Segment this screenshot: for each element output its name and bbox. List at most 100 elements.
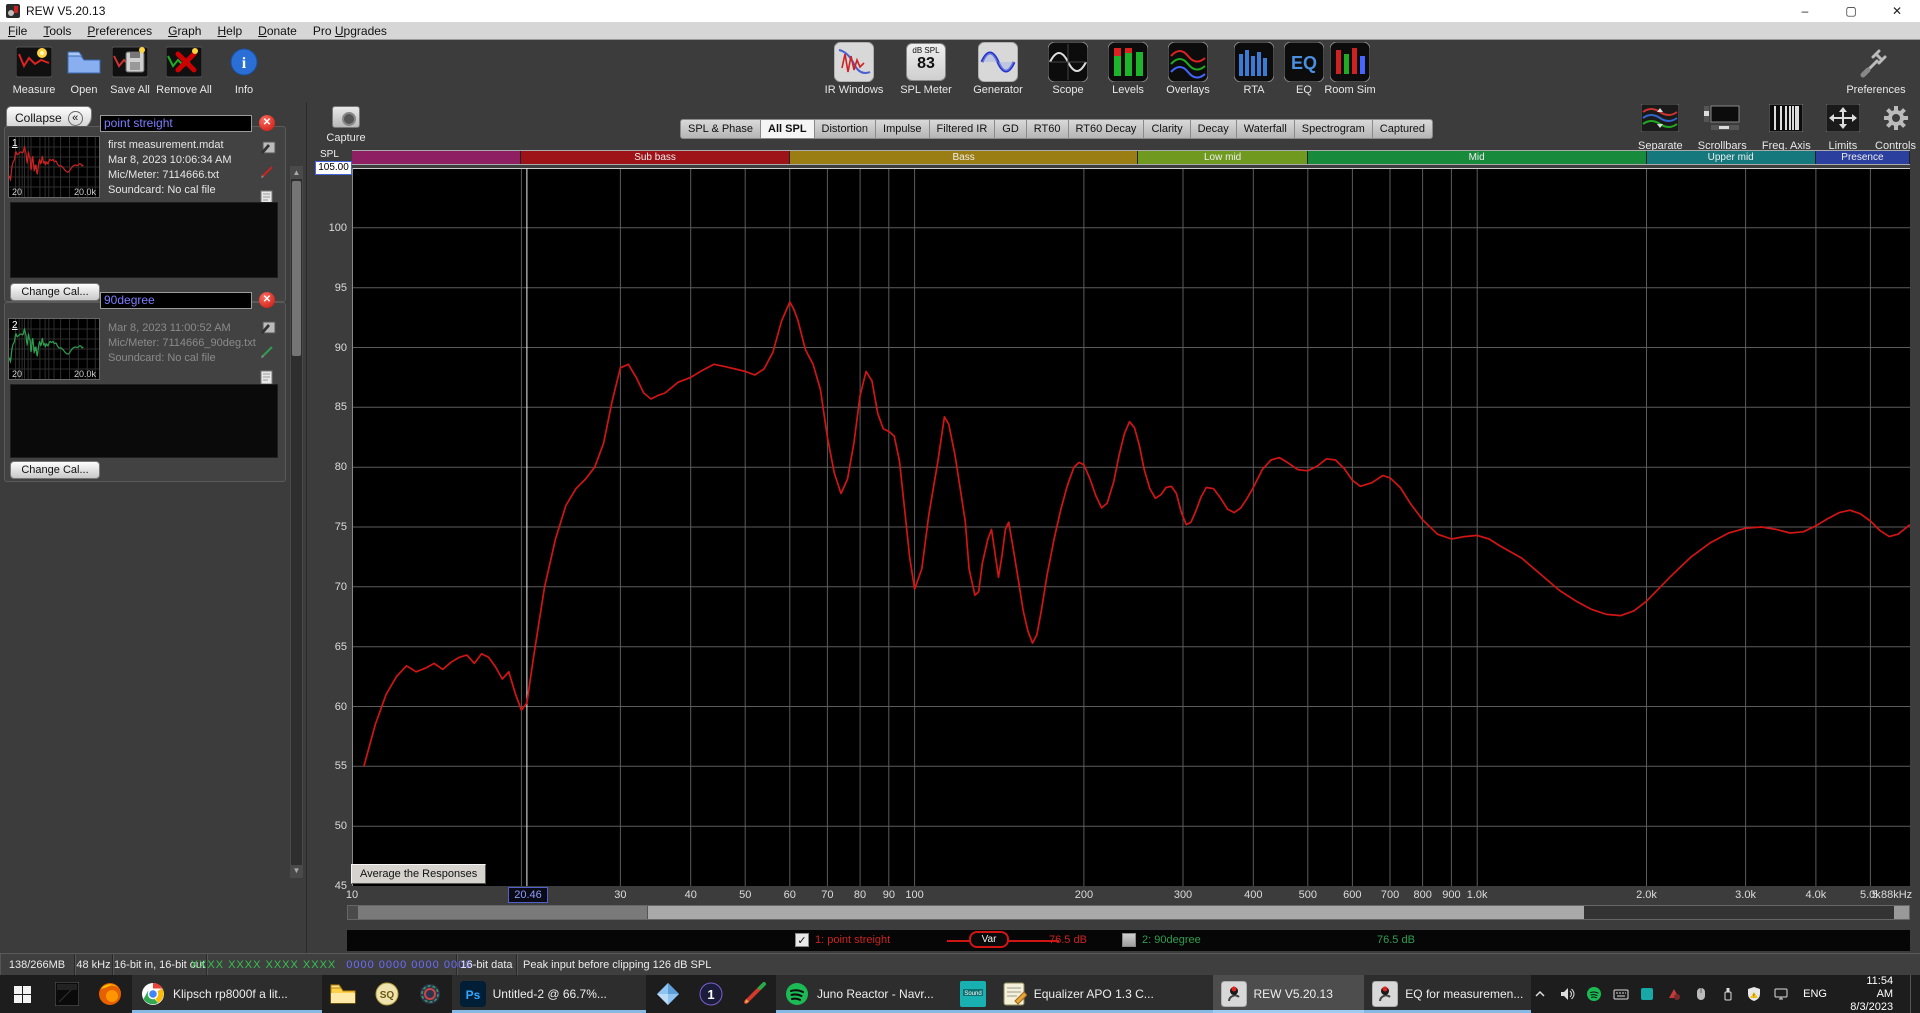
taskbar-app-firefox[interactable] xyxy=(89,975,132,1013)
tab-distortion[interactable]: Distortion xyxy=(815,119,876,139)
taskbar-app-photoshop-6[interactable]: PsUntitled-2 @ 66.7%... xyxy=(452,975,646,1013)
taskbar-app-chrome-2[interactable]: Klipsch rp8000f a lit... xyxy=(132,975,322,1013)
spotify-mini-icon[interactable] xyxy=(1585,985,1603,1003)
remove-measurement-button[interactable]: ✕ xyxy=(259,115,275,131)
teal-app-icon[interactable] xyxy=(1638,985,1656,1003)
menu-item-graph[interactable]: Graph xyxy=(160,22,209,39)
clock[interactable]: 11:54 AM8/3/2023 xyxy=(1840,975,1901,1013)
start-button[interactable] xyxy=(0,975,45,1013)
close-button[interactable]: ✕ xyxy=(1874,0,1920,22)
panel-vertical-scrollbar[interactable]: ▲▼ xyxy=(290,166,303,878)
maximize-button[interactable]: ▢ xyxy=(1828,0,1874,22)
info-button[interactable]: iInfo xyxy=(212,42,276,96)
tab-rt60-decay[interactable]: RT60 Decay xyxy=(1069,119,1145,139)
remove-measurement-button[interactable]: ✕ xyxy=(259,292,275,308)
taskbar-app-rew-14[interactable]: EQ for measuremen... xyxy=(1364,975,1531,1013)
tab-rt60[interactable]: RT60 xyxy=(1027,119,1069,139)
trace2-visible-checkbox[interactable] xyxy=(1122,933,1136,947)
taskbar-app-gear-dark[interactable] xyxy=(408,975,451,1013)
menu-item-tools[interactable]: Tools xyxy=(35,22,79,39)
red-app-icon[interactable] xyxy=(1665,985,1683,1003)
minimize-button[interactable]: – xyxy=(1782,0,1828,22)
capture-button[interactable]: Capture xyxy=(326,106,366,144)
preferences-button[interactable]: Preferences xyxy=(1844,42,1908,96)
scope-button[interactable]: Scope xyxy=(1036,42,1100,96)
tab-clarity[interactable]: Clarity xyxy=(1144,119,1190,139)
separate-button[interactable]: Separate xyxy=(1638,104,1683,152)
scrollbar-track[interactable] xyxy=(648,906,1584,919)
tab-all-spl[interactable]: All SPL xyxy=(761,119,815,139)
change-cal-button[interactable]: Change Cal... xyxy=(10,461,100,479)
tab-captured[interactable]: Captured xyxy=(1373,119,1433,139)
chevron-up-icon[interactable] xyxy=(1531,985,1549,1003)
scope-label: Scope xyxy=(1052,84,1083,96)
taskbar-app-rew-13[interactable]: REW V5.20.13 xyxy=(1213,975,1365,1013)
taskbar-app-sound[interactable]: Sound xyxy=(951,975,994,1013)
save-measurement-icon[interactable] xyxy=(260,320,276,339)
graph-horizontal-scrollbar[interactable] xyxy=(347,905,1910,920)
remove-all-button[interactable]: Remove All xyxy=(152,42,216,96)
keyboard-icon[interactable] xyxy=(1612,985,1630,1003)
mouse-icon[interactable] xyxy=(1692,985,1710,1003)
rew-icon xyxy=(1372,981,1398,1007)
taskbar-app-explorer[interactable] xyxy=(322,975,365,1013)
trace-color-pencil-icon[interactable] xyxy=(260,165,276,184)
network-icon[interactable] xyxy=(1772,985,1790,1003)
measurement-notes-box[interactable] xyxy=(10,202,278,278)
menu-item-donate[interactable]: Donate xyxy=(250,22,305,39)
taskbar-app-terminal[interactable] xyxy=(45,975,88,1013)
scrollbars-button[interactable]: Scrollbars xyxy=(1698,104,1747,152)
menu-item-help[interactable]: Help xyxy=(209,22,250,39)
menu-item-preferences[interactable]: Preferences xyxy=(79,22,160,39)
taskbar-app-notepad-12[interactable]: Equalizer APO 1.3 C... xyxy=(995,975,1213,1013)
trace-color-pencil-icon[interactable] xyxy=(260,345,276,364)
trace1-var-badge[interactable]: Var xyxy=(969,931,1009,948)
save-measurement-icon[interactable] xyxy=(260,140,276,159)
measurement-notes-box[interactable] xyxy=(10,384,278,458)
scroll-down-arrow[interactable]: ▼ xyxy=(291,865,302,877)
levels-button[interactable]: Levels xyxy=(1096,42,1160,96)
limits-button[interactable]: Limits xyxy=(1826,104,1860,152)
tab-spl-phase[interactable]: SPL & Phase xyxy=(680,119,761,139)
menu-item-file[interactable]: File xyxy=(0,22,35,39)
scrollbar-thumb[interactable] xyxy=(358,906,648,919)
room-sim-button[interactable]: Room Sim xyxy=(1318,42,1382,96)
overlays-button[interactable]: Overlays xyxy=(1156,42,1220,96)
shield-warning-icon[interactable]: ! xyxy=(1746,985,1764,1003)
x-tick-label: 1.0k xyxy=(1467,889,1488,901)
taskbar-app-sq[interactable]: SQ xyxy=(365,975,408,1013)
taskbar-app-pencil[interactable] xyxy=(733,975,776,1013)
spl-meter-button[interactable]: dB SPL83SPL Meter xyxy=(894,42,958,96)
change-cal-button[interactable]: Change Cal... xyxy=(10,283,100,301)
tab-waterfall[interactable]: Waterfall xyxy=(1237,119,1295,139)
measurement-name-input[interactable]: point streight xyxy=(100,115,252,132)
scrollbar-segment[interactable] xyxy=(348,906,358,919)
tab-impulse[interactable]: Impulse xyxy=(876,119,930,139)
taskbar-app-spotify-10[interactable]: Juno Reactor - Navr... xyxy=(776,975,951,1013)
scrollbar-end-nub[interactable] xyxy=(1894,906,1909,919)
usb-icon[interactable] xyxy=(1719,985,1737,1003)
generator-button[interactable]: Generator xyxy=(966,42,1030,96)
ir-windows-button[interactable]: IR Windows xyxy=(822,42,886,96)
scroll-up-arrow[interactable]: ▲ xyxy=(291,167,302,179)
freq-axis-button[interactable]: Freq. Axis xyxy=(1762,104,1811,152)
show-desktop-button[interactable] xyxy=(1910,975,1916,1013)
trace1-visible-checkbox[interactable]: ✓ xyxy=(795,933,809,947)
scrollbar-segment-dark[interactable] xyxy=(1584,906,1894,919)
tab-filtered-ir[interactable]: Filtered IR xyxy=(930,119,996,139)
taskbar-app-one[interactable]: 1 xyxy=(689,975,732,1013)
spl-chart-plot-area[interactable] xyxy=(352,168,1910,886)
tab-spectrogram[interactable]: Spectrogram xyxy=(1295,119,1373,139)
language-indicator[interactable]: ENG xyxy=(1799,988,1831,1000)
tab-gd[interactable]: GD xyxy=(995,119,1027,139)
controls-button[interactable]: Controls xyxy=(1875,104,1916,152)
y-tick-label: 65 xyxy=(303,641,347,653)
measurement-name-input[interactable]: 90degree xyxy=(100,292,252,309)
y-axis-top-limit-field[interactable]: 105.00 xyxy=(315,161,352,175)
average-responses-button[interactable]: Average the Responses xyxy=(351,864,486,884)
scrollbar-thumb[interactable] xyxy=(292,181,301,356)
taskbar-app-diamond[interactable] xyxy=(646,975,689,1013)
tab-decay[interactable]: Decay xyxy=(1191,119,1237,139)
menu-item-pro-upgrades[interactable]: Pro Upgrades xyxy=(305,22,395,39)
volume-icon[interactable] xyxy=(1558,985,1576,1003)
